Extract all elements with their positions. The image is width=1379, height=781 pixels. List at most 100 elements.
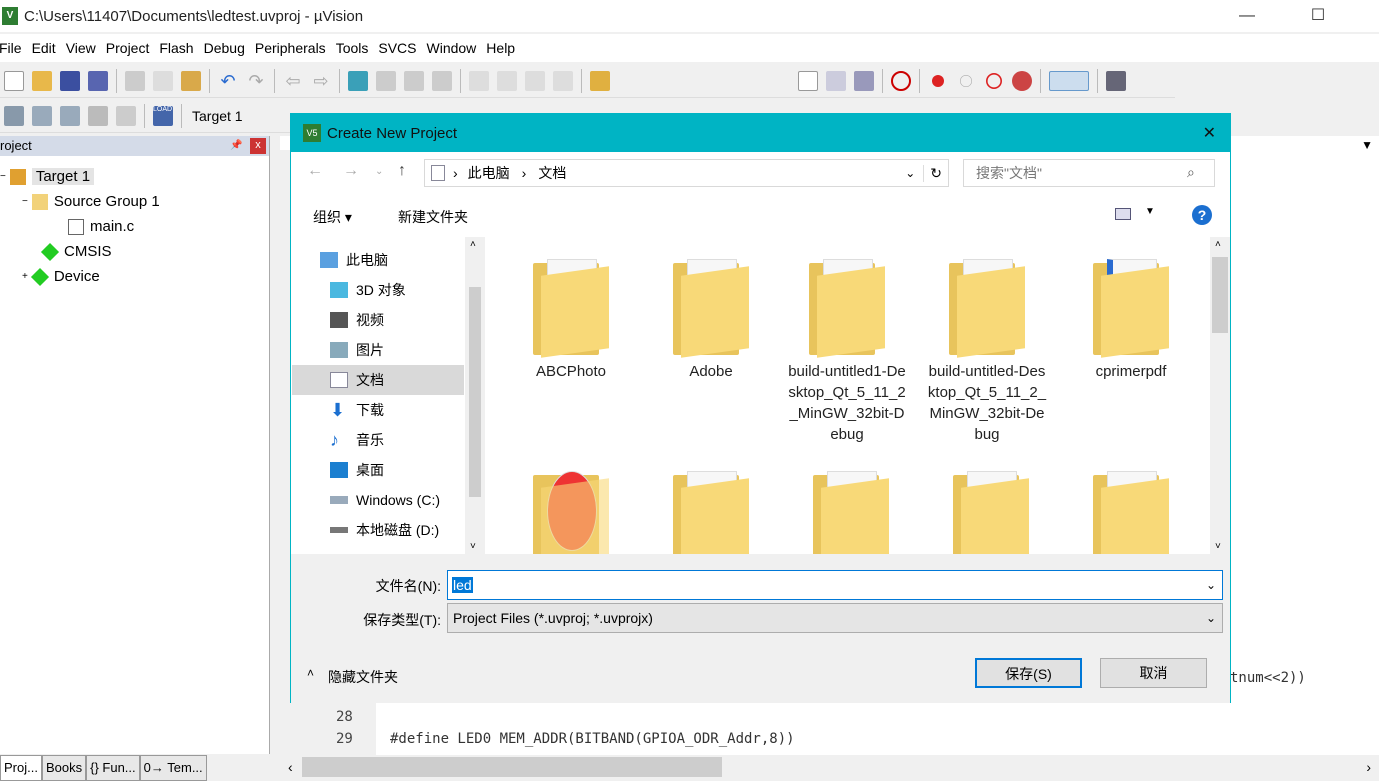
breakpoint-icon[interactable] [932, 74, 944, 87]
new-file-icon[interactable] [4, 70, 24, 91]
prev-bookmark-icon[interactable] [376, 70, 396, 91]
menu-view[interactable]: View [66, 40, 106, 56]
nav-music[interactable]: ♪ 音乐 [292, 425, 464, 455]
nav-videos[interactable]: 视频 [292, 305, 464, 335]
save-button[interactable]: 保存(S) [975, 658, 1082, 688]
cancel-button[interactable]: 取消 [1100, 658, 1207, 688]
expand-icon[interactable]: + [22, 271, 28, 282]
nav-pictures[interactable]: 图片 [292, 335, 464, 365]
build-icon[interactable] [32, 105, 52, 126]
kill-breakpoints-icon[interactable] [986, 72, 1002, 89]
folder-item[interactable] [506, 469, 636, 554]
tab-project[interactable]: Proj... [0, 755, 42, 781]
cut-icon[interactable] [125, 70, 145, 91]
tree-item-main-c[interactable]: main.c [68, 218, 134, 235]
scroll-right-icon[interactable]: › [1366, 759, 1371, 775]
load-icon[interactable]: LOAD [153, 105, 173, 126]
nav-documents[interactable]: 文档 [292, 365, 464, 395]
redo-icon[interactable]: ↷ [246, 71, 266, 91]
collapse-icon[interactable]: − [0, 171, 6, 182]
scroll-thumb[interactable] [302, 757, 722, 777]
folder-item[interactable]: ABCPhoto [506, 257, 636, 382]
tree-item-source-group[interactable]: − Source Group 1 [22, 193, 160, 210]
filetype-select[interactable]: Project Files (*.uvproj; *.uvprojx) ⌄ [447, 603, 1223, 633]
folder-item[interactable]: build-untitled1-Desktop_Qt_5_11_2_MinGW_… [786, 257, 908, 445]
indent-icon[interactable] [469, 70, 489, 91]
debug-icon[interactable] [891, 70, 911, 91]
tree-item-device[interactable]: + Device [22, 267, 100, 286]
disable-all-icon[interactable] [1012, 70, 1032, 91]
horizontal-scrollbar[interactable]: ‹ › [280, 755, 1379, 781]
tab-books[interactable]: Books [41, 755, 87, 781]
batch-build-icon[interactable] [88, 105, 108, 126]
scroll-down-icon[interactable]: ˅ [470, 541, 476, 552]
view-dropdown-icon[interactable]: ▼ [1145, 206, 1155, 217]
filetype-dropdown-icon[interactable]: ⌄ [1206, 611, 1216, 625]
folder-item[interactable] [926, 469, 1056, 554]
folder-item[interactable] [786, 469, 916, 554]
tree-item-cmsis[interactable]: CMSIS [40, 242, 112, 261]
paste-icon[interactable] [181, 70, 201, 91]
folder-item[interactable] [646, 469, 776, 554]
menu-help[interactable]: Help [486, 40, 525, 56]
hide-folders-button[interactable]: 隐藏文件夹 [328, 667, 398, 687]
back-icon[interactable]: ⇦ [283, 71, 303, 91]
breadcrumb-this-pc[interactable]: 此电脑 [468, 163, 510, 183]
nav-3d-objects[interactable]: 3D 对象 [292, 275, 464, 305]
target-select[interactable]: Target 1 [192, 108, 243, 124]
save-icon[interactable] [60, 70, 80, 91]
scroll-thumb[interactable] [469, 287, 481, 497]
maximize-button[interactable]: ☐ [1295, 0, 1341, 32]
menu-svcs[interactable]: SVCS [378, 40, 426, 56]
menu-debug[interactable]: Debug [204, 40, 255, 56]
dropdown-icon[interactable] [798, 70, 818, 91]
unindent-icon[interactable] [497, 70, 517, 91]
open-icon[interactable] [32, 70, 52, 91]
menu-flash[interactable]: Flash [159, 40, 203, 56]
uncomment-icon[interactable] [553, 70, 573, 91]
find-in-files-icon[interactable] [590, 70, 610, 91]
comment-icon[interactable] [525, 70, 545, 91]
incremental-find-icon[interactable] [854, 70, 874, 91]
next-bookmark-icon[interactable] [404, 70, 424, 91]
address-dropdown-icon[interactable]: ⌄ [905, 166, 915, 180]
stop-build-icon[interactable] [116, 105, 136, 126]
nav-this-pc[interactable]: 此电脑 [292, 245, 464, 275]
collapse-icon[interactable]: − [22, 196, 28, 207]
nav-scrollbar[interactable]: ˄ ˅ [465, 237, 485, 554]
code-line[interactable]: #define LED0 MEM_ADDR(BITBAND(GPIOA_ODR_… [390, 731, 795, 747]
scroll-up-icon[interactable]: ˄ [1215, 239, 1221, 250]
tab-functions[interactable]: {} Fun... [86, 755, 140, 781]
editor-menu-icon[interactable]: ▼ [1361, 138, 1373, 152]
scroll-thumb[interactable] [1212, 257, 1228, 333]
chevron-up-icon[interactable]: ˄ [307, 666, 314, 680]
recent-dropdown-icon[interactable]: ⌄ [375, 166, 383, 177]
nav-drive-c[interactable]: Windows (C:) [292, 485, 464, 515]
new-folder-button[interactable]: 新建文件夹 [398, 207, 468, 227]
nav-desktop[interactable]: 桌面 [292, 455, 464, 485]
organize-button[interactable]: 组织 ▾ [313, 207, 352, 227]
back-icon[interactable]: ← [307, 162, 323, 180]
tab-templates[interactable]: 0→ Tem... [139, 755, 207, 781]
tree-item-target[interactable]: − Target 1 [0, 168, 95, 185]
filename-input[interactable]: led ⌄ [447, 570, 1223, 600]
bookmark-icon[interactable] [348, 70, 368, 91]
copy-icon[interactable] [153, 70, 173, 91]
folder-item[interactable]: Adobe [646, 257, 776, 382]
folder-item[interactable]: cprimerpdf [1066, 257, 1196, 382]
up-icon[interactable]: ↑ [398, 162, 406, 180]
filename-dropdown-icon[interactable]: ⌄ [1206, 578, 1216, 592]
refresh-icon[interactable]: ↻ [923, 164, 948, 182]
help-icon[interactable]: ? [1192, 205, 1212, 225]
disable-breakpoint-icon[interactable] [960, 74, 972, 87]
folder-item[interactable] [1066, 469, 1196, 554]
search-input[interactable]: 搜索"文档" [963, 159, 1215, 187]
file-list-scrollbar[interactable]: ˄ ˅ [1210, 237, 1230, 554]
configure-icon[interactable] [1106, 70, 1126, 91]
pin-icon[interactable]: 📌 [230, 136, 242, 156]
view-options-icon[interactable] [1115, 208, 1131, 220]
nav-drive-d[interactable]: 本地磁盘 (D:) [292, 515, 464, 545]
breadcrumb-documents[interactable]: 文档 [538, 163, 566, 183]
clear-bookmarks-icon[interactable] [432, 70, 452, 91]
folder-item[interactable]: build-untitled-Desktop_Qt_5_11_2_MinGW_3… [926, 257, 1048, 445]
